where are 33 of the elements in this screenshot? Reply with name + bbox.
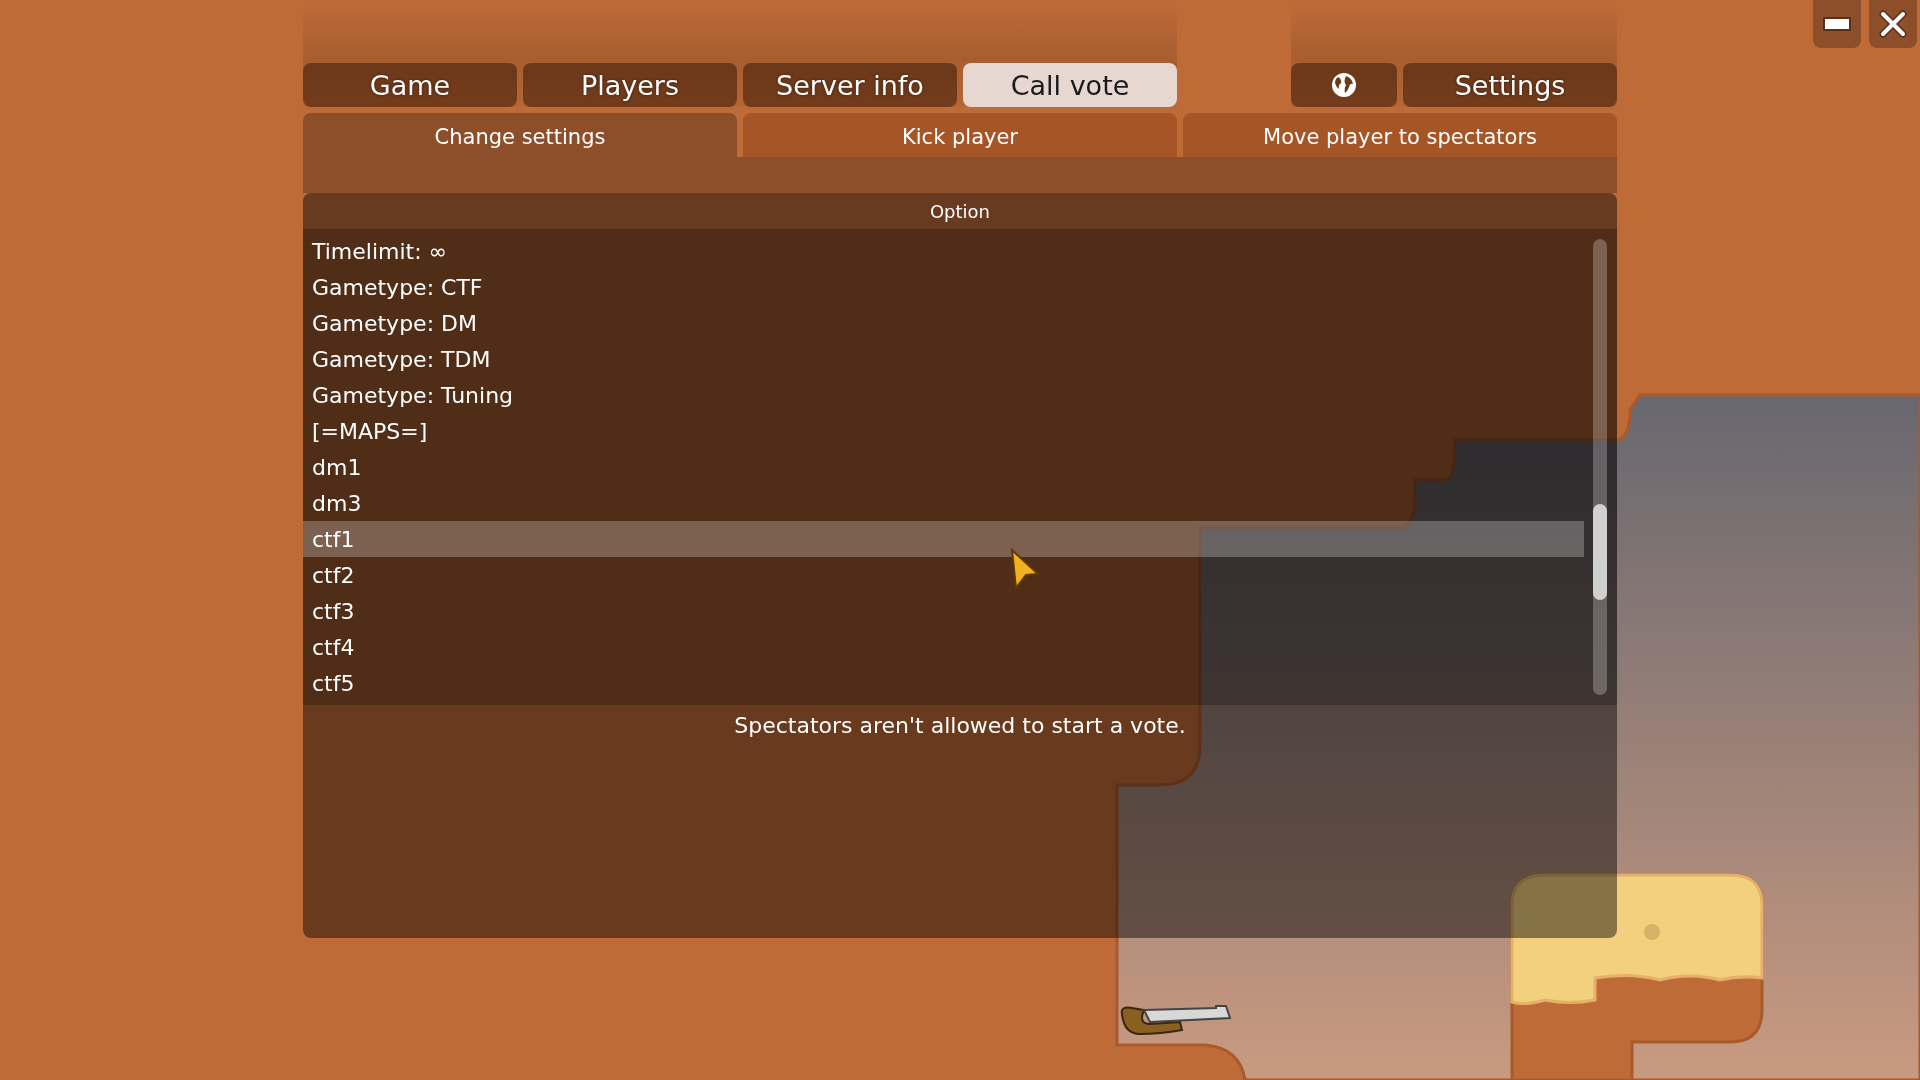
language-button[interactable] [1291,63,1397,107]
option-row[interactable]: [=MAPS=] [303,413,1584,449]
option-row[interactable]: Timelimit: ∞ [303,233,1584,269]
vote-tab[interactable]: Move player to spectators [1183,113,1617,157]
scrollbar-thumb[interactable] [1593,504,1607,600]
column-header: Option [303,193,1617,229]
option-row[interactable]: ctf5 [303,665,1584,701]
scrollbar-track[interactable] [1593,239,1607,695]
vote-tab[interactable]: Kick player [743,113,1177,157]
option-row[interactable]: ctf4 [303,629,1584,665]
option-row[interactable]: Gametype: DM [303,305,1584,341]
vote-tab[interactable]: Change settings [303,113,737,157]
close-icon [1879,10,1907,38]
option-row[interactable]: Gametype: CTF [303,269,1584,305]
minimize-icon [1823,17,1851,31]
menu-tab[interactable]: Players [523,63,737,107]
option-row[interactable]: Gametype: Tuning [303,377,1584,413]
option-row[interactable]: dm1 [303,449,1584,485]
option-row[interactable]: Gametype: TDM [303,341,1584,377]
option-row[interactable]: ctf1 [303,521,1584,557]
settings-tab[interactable]: Settings [1403,63,1617,107]
gun-icon [1120,1002,1232,1036]
minimize-button[interactable] [1813,0,1861,48]
close-button[interactable] [1869,0,1917,48]
status-message: Spectators aren't allowed to start a vote. [734,713,1186,738]
option-row[interactable]: ctf2 [303,557,1584,593]
menu-tab[interactable]: Call vote [963,63,1177,107]
menu-tab[interactable]: Game [303,63,517,107]
menu-tab[interactable]: Server info [743,63,957,107]
cursor-icon [1010,548,1040,590]
option-row[interactable]: dm3 [303,485,1584,521]
globe-icon [1330,71,1358,99]
option-row[interactable]: ctf3 [303,593,1584,629]
